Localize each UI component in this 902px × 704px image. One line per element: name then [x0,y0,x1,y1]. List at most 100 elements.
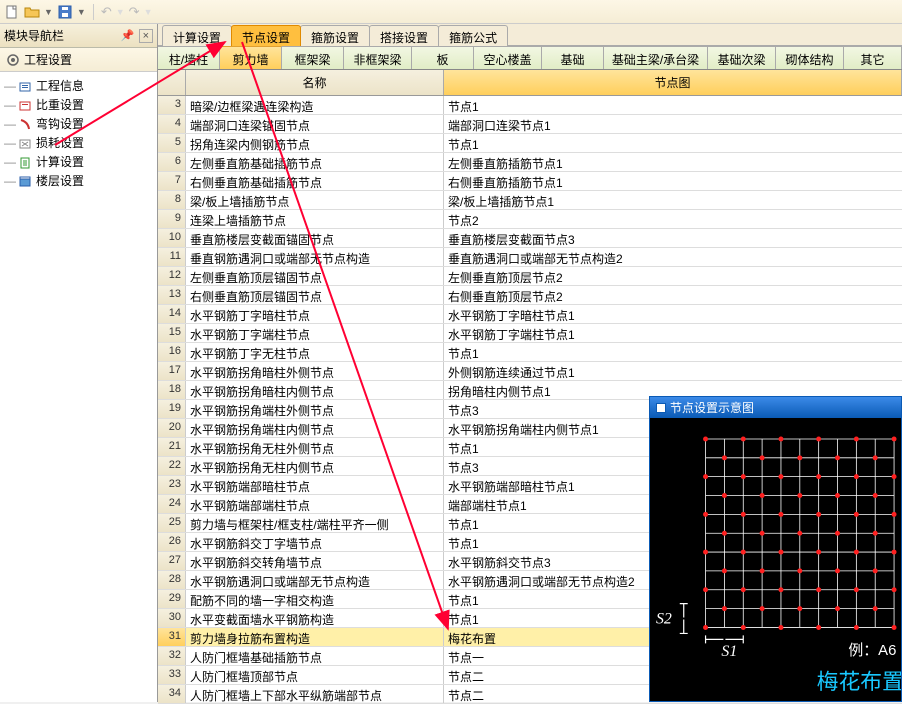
row-img[interactable]: 梁/板上墙插筋节点1 [444,191,902,209]
subtab-砌体结构[interactable]: 砌体结构 [776,46,844,69]
save-icon[interactable] [57,4,73,20]
pin-icon[interactable]: 📌 [121,29,135,43]
row-name: 水平钢筋遇洞口或端部无节点构造 [186,571,444,589]
subtab-基础主梁/承台梁[interactable]: 基础主梁/承台梁 [604,46,708,69]
tab-箍筋公式[interactable]: 箍筋公式 [438,25,508,46]
nav-item[interactable]: —比重设置 [2,95,157,114]
row-img[interactable]: 左侧垂直筋顶层节点2 [444,267,902,285]
subtab-其它[interactable]: 其它 [844,46,902,69]
table-row[interactable]: 6左侧垂直筋基础插筋节点左侧垂直筋插筋节点1 [158,153,902,172]
row-num: 3 [158,96,186,114]
row-num: 7 [158,172,186,190]
tree-icon [18,98,32,112]
s1-label: S1 [721,643,737,660]
table-row[interactable]: 5拐角连梁内侧钢筋节点节点1 [158,134,902,153]
tree-dash: — [4,136,14,150]
subtab-剪力墙[interactable]: 剪力墙 [220,46,282,69]
row-img[interactable]: 垂直筋楼层变截面节点3 [444,229,902,247]
table-row[interactable]: 14水平钢筋丁字暗柱节点水平钢筋丁字暗柱节点1 [158,305,902,324]
row-img[interactable]: 节点1 [444,343,902,361]
tab-箍筋设置[interactable]: 箍筋设置 [300,25,370,46]
row-name: 水平钢筋拐角无柱外侧节点 [186,438,444,456]
new-icon[interactable] [4,4,20,20]
nav-item[interactable]: — 损耗设置 [2,133,157,152]
row-num: 29 [158,590,186,608]
subtab-柱/墙柱[interactable]: 柱/墙柱 [158,46,220,69]
diagram-popup: 节点设置示意图 S1 S2 例：A6 梅花布置 [649,396,902,702]
row-img[interactable]: 节点1 [444,134,902,152]
row-name: 人防门框墙上下部水平纵筋端部节点 [186,685,444,703]
nav-item[interactable]: —计算设置 [2,152,157,171]
subtab-基础次梁[interactable]: 基础次梁 [708,46,776,69]
table-row[interactable]: 3暗梁/边框梁遇连梁构造节点1 [158,96,902,115]
open-icon[interactable] [24,4,40,20]
row-img[interactable]: 右侧垂直筋顶层节点2 [444,286,902,304]
row-num: 20 [158,419,186,437]
row-name: 水平钢筋丁字暗柱节点 [186,305,444,323]
table-row[interactable]: 17水平钢筋拐角暗柱外侧节点外侧钢筋连续通过节点1 [158,362,902,381]
table-row[interactable]: 16水平钢筋丁字无柱节点节点1 [158,343,902,362]
nav-item-label: 弯钩设置 [36,115,84,132]
table-row[interactable]: 12左侧垂直筋顶层锚固节点左侧垂直筋顶层节点2 [158,267,902,286]
th-name: 名称 [186,70,444,95]
row-name: 水平钢筋拐角无柱内侧节点 [186,457,444,475]
close-icon[interactable]: × [139,29,153,43]
row-img[interactable]: 右侧垂直筋插筋节点1 [444,172,902,190]
nav-item[interactable]: — 弯钩设置 [2,114,157,133]
separator [93,4,94,20]
row-img[interactable]: 节点2 [444,210,902,228]
table-row[interactable]: 11垂直钢筋遇洞口或端部无节点构造垂直筋遇洞口或端部无节点构造2 [158,248,902,267]
row-img[interactable]: 节点1 [444,96,902,114]
table-row[interactable]: 9连梁上墙插筋节点节点2 [158,210,902,229]
th-num [158,70,186,95]
subtab-非框架梁[interactable]: 非框架梁 [344,46,412,69]
row-num: 11 [158,248,186,266]
row-name: 剪力墙与框架柱/框支柱/端柱平齐一侧 [186,514,444,532]
table-row[interactable]: 4端部洞口连梁锚固节点端部洞口连梁节点1 [158,115,902,134]
nav-item[interactable]: —楼层设置 [2,171,157,190]
row-name: 水平钢筋端部暗柱节点 [186,476,444,494]
row-img[interactable]: 水平钢筋丁字端柱节点1 [444,324,902,342]
table-row[interactable]: 10垂直筋楼层变截面锚固节点垂直筋楼层变截面节点3 [158,229,902,248]
example-label: 例：A6 [848,642,896,659]
row-img[interactable]: 外侧钢筋连续通过节点1 [444,362,902,380]
row-name: 人防门框墙顶部节点 [186,666,444,684]
table-row[interactable]: 8梁/板上墙插筋节点梁/板上墙插筋节点1 [158,191,902,210]
row-name: 配筋不同的墙一字相交构造 [186,590,444,608]
tree-dash: — [4,117,14,131]
nav-title: 模块导航栏 [4,27,64,44]
table-row[interactable]: 13右侧垂直筋顶层锚固节点右侧垂直筋顶层节点2 [158,286,902,305]
tree-icon [18,117,32,131]
dropdown-icon: ▼ [144,7,153,17]
subtab-板[interactable]: 板 [412,46,474,69]
row-name: 水平钢筋拐角暗柱外侧节点 [186,362,444,380]
table-row[interactable]: 15水平钢筋丁字端柱节点水平钢筋丁字端柱节点1 [158,324,902,343]
row-img[interactable]: 垂直筋遇洞口或端部无节点构造2 [444,248,902,266]
tree-icon [18,136,32,150]
tab-计算设置[interactable]: 计算设置 [162,25,232,46]
table-row[interactable]: 7右侧垂直筋基础插筋节点右侧垂直筋插筋节点1 [158,172,902,191]
row-num: 24 [158,495,186,513]
tree-icon [18,174,32,188]
row-num: 26 [158,533,186,551]
nav-item-label: 损耗设置 [36,134,84,151]
row-img[interactable]: 水平钢筋丁字暗柱节点1 [444,305,902,323]
nav-item[interactable]: —工程信息 [2,76,157,95]
row-name: 人防门框墙基础插筋节点 [186,647,444,665]
row-img[interactable]: 端部洞口连梁节点1 [444,115,902,133]
row-name: 水平钢筋拐角暗柱内侧节点 [186,381,444,399]
dropdown-icon[interactable]: ▼ [44,7,53,17]
tab-搭接设置[interactable]: 搭接设置 [369,25,439,46]
nav-header: 模块导航栏 📌 × [0,24,157,48]
row-num: 27 [158,552,186,570]
table-header: 名称 节点图 [158,70,902,96]
undo-icon: ↶ [101,4,112,20]
row-img[interactable]: 左侧垂直筋插筋节点1 [444,153,902,171]
row-name: 左侧垂直筋顶层锚固节点 [186,267,444,285]
tab-节点设置[interactable]: 节点设置 [231,25,301,46]
dropdown-icon[interactable]: ▼ [77,7,86,17]
nav-section[interactable]: 工程设置 [0,48,157,72]
subtab-基础[interactable]: 基础 [542,46,604,69]
subtab-空心楼盖[interactable]: 空心楼盖 [474,46,542,69]
subtab-框架梁[interactable]: 框架梁 [282,46,344,69]
